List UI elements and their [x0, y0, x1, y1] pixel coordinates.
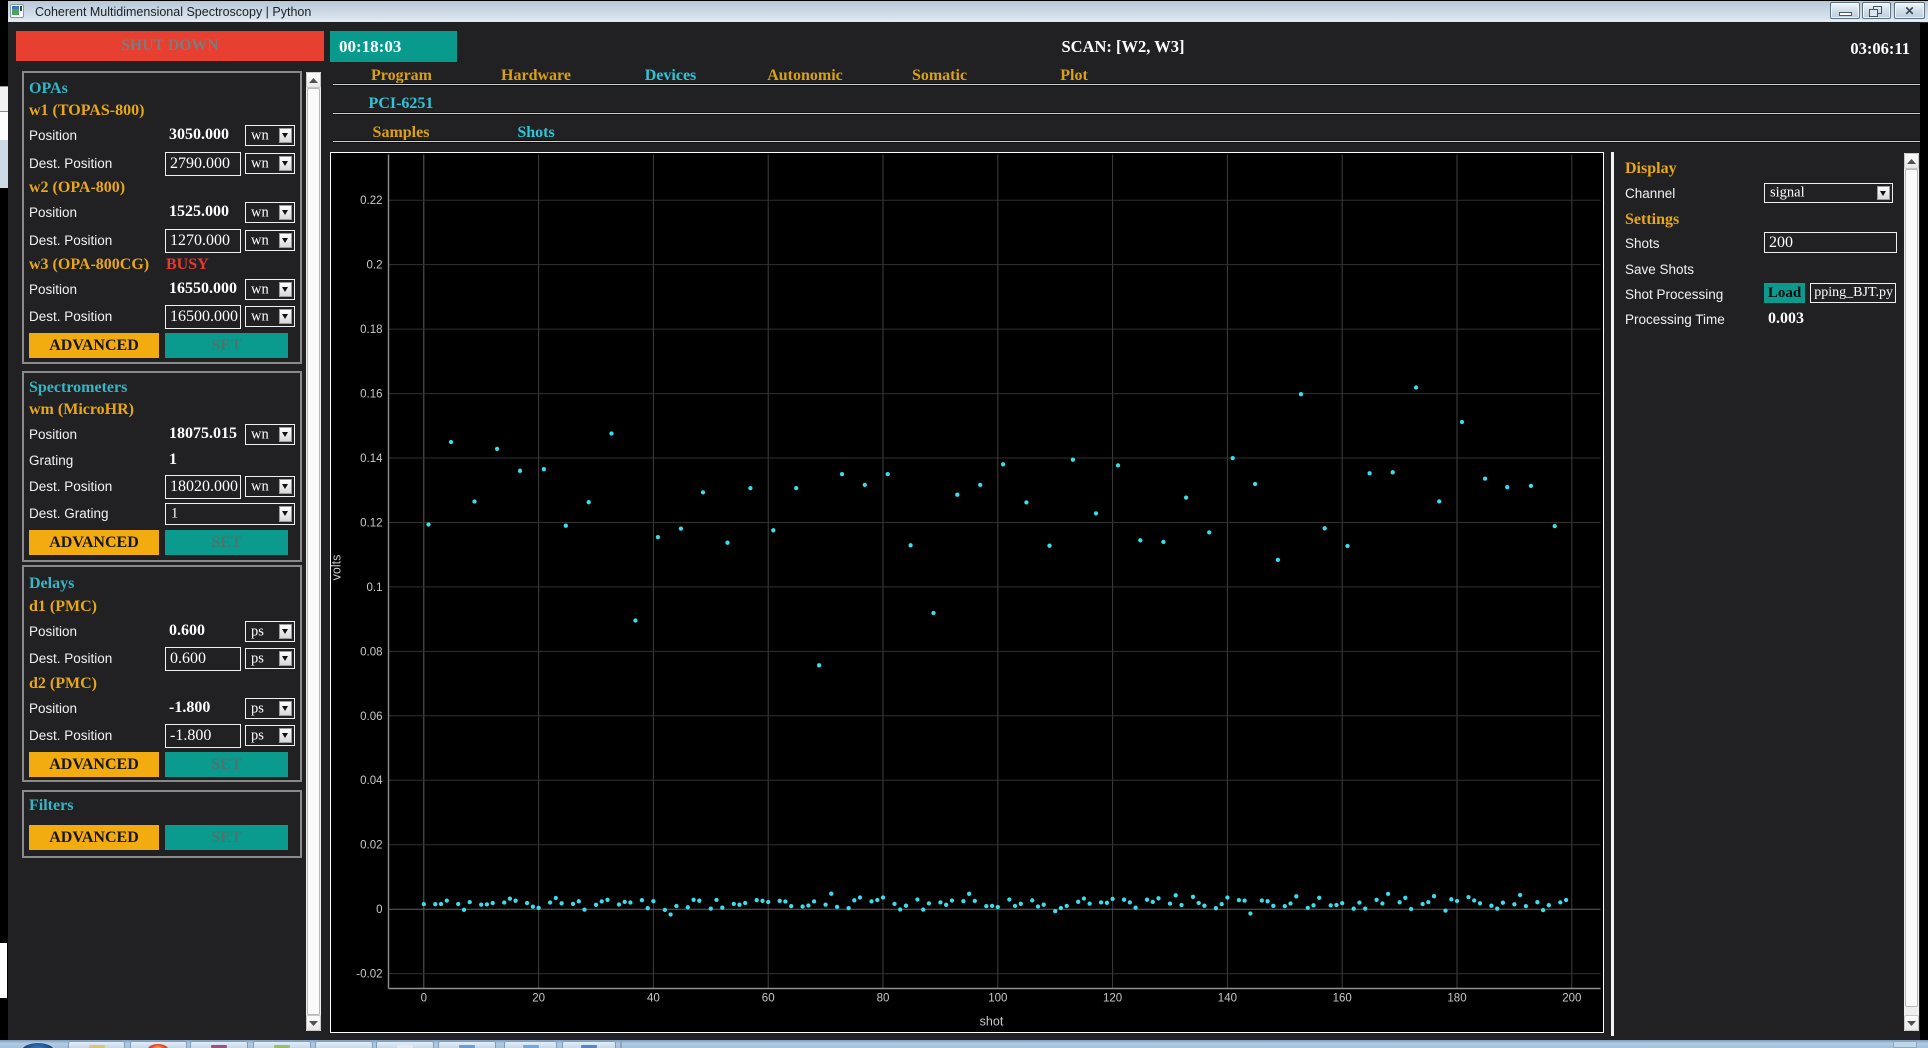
svg-text:0: 0	[421, 993, 427, 1005]
svg-text:180: 180	[1447, 993, 1466, 1005]
svg-text:-0.02: -0.02	[356, 969, 382, 981]
svg-text:0.12: 0.12	[360, 518, 382, 530]
svg-text:0.02: 0.02	[360, 840, 382, 852]
svg-text:80: 80	[877, 993, 890, 1005]
svg-text:0.14: 0.14	[360, 453, 383, 465]
svg-text:120: 120	[1103, 993, 1122, 1005]
svg-text:100: 100	[988, 993, 1007, 1005]
svg-text:0.2: 0.2	[367, 260, 383, 272]
svg-text:140: 140	[1218, 993, 1237, 1005]
svg-text:0: 0	[376, 904, 382, 916]
svg-text:0.08: 0.08	[360, 646, 382, 658]
svg-text:0.22: 0.22	[360, 195, 382, 207]
svg-text:0.06: 0.06	[360, 711, 382, 723]
svg-text:20: 20	[532, 993, 545, 1005]
svg-text:200: 200	[1562, 993, 1581, 1005]
svg-text:shot: shot	[980, 1015, 1004, 1029]
svg-text:0.1: 0.1	[367, 582, 383, 594]
svg-text:60: 60	[762, 993, 775, 1005]
svg-text:160: 160	[1333, 993, 1352, 1005]
svg-text:0.18: 0.18	[360, 324, 382, 336]
svg-text:0.04: 0.04	[360, 775, 383, 787]
svg-text:40: 40	[647, 993, 660, 1005]
svg-text:volts: volts	[331, 555, 344, 581]
svg-text:0.16: 0.16	[360, 389, 382, 401]
